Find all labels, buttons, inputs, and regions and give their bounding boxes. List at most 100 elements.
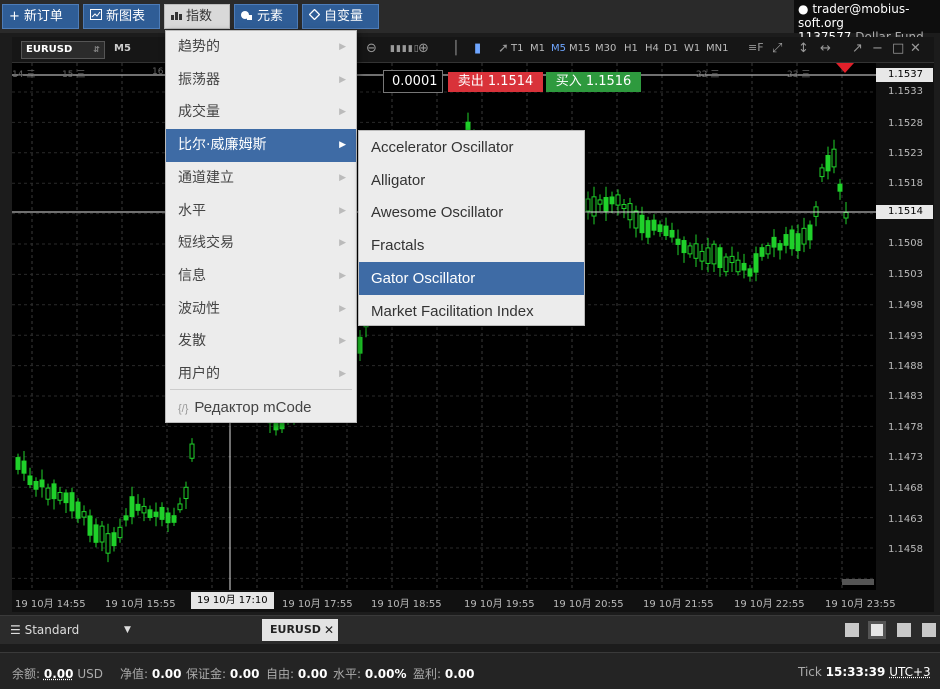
submenu-item[interactable]: Market Facilitation Index [359,295,584,328]
line-type-icon[interactable]: ➚ [498,41,509,56]
indicators-button[interactable]: 指数 [164,4,230,29]
submenu-item[interactable]: Fractals [359,229,584,262]
submenu-arrow-icon: ▶ [339,270,346,281]
plus-icon: + [9,9,20,24]
indicator-f-icon[interactable]: ≡F [748,41,764,54]
candle-body [705,247,711,264]
timeframe-m30[interactable]: M30 [595,43,616,54]
timeframe-t1[interactable]: T1 [511,43,523,54]
submenu-item[interactable]: Awesome Oscillator [359,196,584,229]
buy-button[interactable]: 买入 1.1516 [546,72,641,92]
layout-grid-icon[interactable] [868,621,886,639]
layout-columns-icon[interactable] [897,623,911,637]
bar-type-icon[interactable]: │ [452,41,460,56]
candle-body [81,511,87,518]
timeframe-m5[interactable]: M5 [551,43,566,54]
candle-body [687,245,693,255]
menu-item-label: 波动性 [178,300,220,317]
zoom-slider[interactable]: ▮▮▮▮▯ [390,44,420,54]
symbol-tab[interactable]: EURUSD ✕ [262,619,338,641]
indicators-menu: 趋势的 ▶ 振荡器 ▶ 成交量 ▶ 比尔·威廉姆斯 ▶ 通道建立 ▶ 水平 ▶ 短线交易 ▶ 信息 ▶ 波动性 ▶… [165,30,357,423]
timeframe-m15[interactable]: M15 [569,43,590,54]
submenu-item[interactable]: Gator Oscillator [359,261,584,295]
menu-item[interactable]: 信息 ▶ [166,260,356,293]
new-chart-button[interactable]: 新图表 [83,4,160,29]
candle-body [807,224,813,241]
timeframe-mn1[interactable]: MN1 [706,43,728,54]
candle-body [585,198,591,212]
submenu-item[interactable]: Accelerator Oscillator [359,131,584,164]
timeframe-m1[interactable]: M1 [530,43,545,54]
status-bar: 余额: 0.00 USD 净值: 0.00 保证金: 0.00 自由: 0.00… [0,652,940,689]
price-tick-label: 1.1478 [888,422,923,433]
timeframe-label: M5 [114,43,131,54]
time-tick-label: 19 10月 20:55 [553,599,624,610]
price-tick-label: 1.1483 [888,391,923,402]
elements-button[interactable]: 元素 [234,4,298,29]
horizontal-scrollbar [842,579,874,585]
layout-single-icon[interactable] [845,623,859,637]
menu-item[interactable]: 通道建立 ▶ [166,162,356,195]
spinner-icon: ⇵ [93,45,100,54]
price-tick-label: 1.1528 [888,118,923,129]
maximize-icon[interactable]: □ [892,41,904,56]
diamond-icon [308,5,321,28]
menu-item[interactable]: 水平 ▶ [166,195,356,228]
margin: 保证金: 0.00 [186,667,260,681]
menu-item[interactable]: 用户的 ▶ [166,358,356,391]
profile-selector[interactable]: ☰ Standard ▼ [0,616,145,645]
sell-button[interactable]: 卖出 1.1514 [448,72,543,92]
chevron-down-icon: ▼ [124,625,131,635]
new-order-button[interactable]: + 新订单 [2,4,79,29]
menu-item[interactable]: 发散 ▶ [166,325,356,358]
date-label: 14 三 [12,70,36,80]
zoom-in-icon[interactable]: ⊕ [418,41,429,56]
candle-body [639,214,645,234]
candle-body [27,475,33,486]
timeframe-h4[interactable]: H4 [645,43,659,54]
fit-diagonal-icon[interactable]: ⤢ [772,41,782,56]
variables-button[interactable]: 自变量 [302,4,379,29]
candle-body [747,268,753,277]
menu-item[interactable]: 比尔·威廉姆斯 ▶ [166,129,356,163]
mcode-editor-item[interactable]: {/} Редактор mCode [166,391,356,424]
layout-rows-icon[interactable] [922,623,936,637]
account-panel[interactable]: ● trader@mobius-soft.org 1137577 Dollar … [794,0,940,44]
menu-item[interactable]: 趋势的 ▶ [166,31,356,64]
menu-item[interactable]: 波动性 ▶ [166,293,356,326]
workspace-tabs-bar: ☰ Standard ▼ EURUSD ✕ [0,615,940,644]
candle-type-icon[interactable]: ▮ [474,41,481,56]
price-tick-label: 1.1473 [888,452,923,463]
vertical-fit-icon[interactable]: ↕ [798,41,809,56]
menu-item-label: 水平 [178,202,206,219]
candle-body [33,480,39,490]
account-email: trader@mobius-soft.org [798,2,910,30]
submenu-arrow-icon: ▶ [339,205,346,216]
time-tick-label: 19 10月 15:55 [105,599,176,610]
timeframe-d1[interactable]: D1 [664,43,678,54]
candle-body [75,501,81,519]
close-icon[interactable]: ✕ [910,41,921,56]
submenu-item[interactable]: Alligator [359,164,584,197]
timeframe-w1[interactable]: W1 [684,43,700,54]
candle-body [51,483,57,500]
candle-body [15,457,21,470]
lot-size-input[interactable]: 0.0001 [383,70,443,93]
bar-chart-icon [171,5,182,28]
equity: 净值: 0.00 [120,667,182,681]
menu-item[interactable]: 振荡器 ▶ [166,64,356,97]
menu-item[interactable]: 成交量 ▶ [166,96,356,129]
timeframe-h1[interactable]: H1 [624,43,638,54]
price-tick-label: 1.1463 [888,514,923,525]
symbol-selector[interactable]: EURUSD ⇵ [21,41,105,59]
menu-item-label: 通道建立 [178,169,234,186]
undock-icon[interactable]: ↗ [852,41,863,56]
close-tab-icon[interactable]: ✕ [324,619,334,641]
horizontal-fit-icon[interactable]: ↔ [820,41,831,56]
submenu-arrow-icon: ▶ [339,74,346,85]
candle-body [735,259,741,273]
candle-body [795,233,801,252]
zoom-out-icon[interactable]: ⊖ [366,41,377,56]
minimize-icon[interactable]: − [872,41,883,56]
menu-item[interactable]: 短线交易 ▶ [166,227,356,260]
